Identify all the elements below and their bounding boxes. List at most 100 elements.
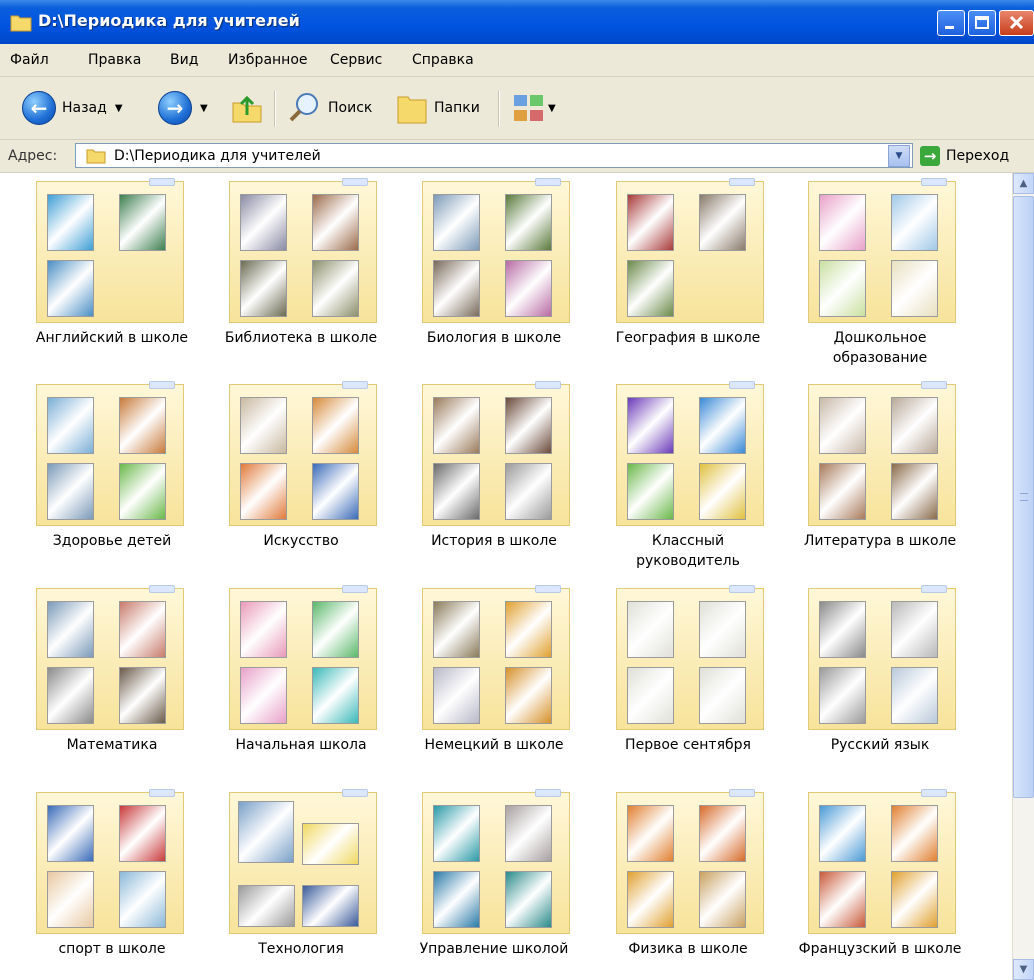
folder-thumbnail <box>808 178 956 323</box>
folder-tab <box>535 789 561 797</box>
folder-tab <box>921 381 947 389</box>
folder-thumbnail <box>36 381 184 526</box>
folder-thumbnail <box>36 789 184 934</box>
vertical-scrollbar[interactable]: ▲ ▼ <box>1012 173 1034 980</box>
magazine-cover-image <box>238 885 295 927</box>
magazine-cover-image <box>891 805 938 862</box>
folder-thumbnail <box>808 381 956 526</box>
folder-thumbnail <box>422 381 570 526</box>
magazine-cover-image <box>699 805 746 862</box>
views-icon <box>514 95 543 121</box>
search-button[interactable]: Поиск <box>286 88 372 128</box>
folder-tab <box>921 789 947 797</box>
maximize-button[interactable] <box>968 10 996 36</box>
folder-tab <box>921 178 947 186</box>
folder-name: Биология в школе <box>426 330 562 346</box>
magazine-cover-image <box>627 805 674 862</box>
menu-favorites[interactable]: Избранное <box>228 52 308 68</box>
magazine-cover-image <box>699 871 746 928</box>
folder-tab <box>342 789 368 797</box>
magazine-cover-image <box>119 463 166 520</box>
chevron-down-icon: ▼ <box>895 151 903 161</box>
magazine-cover-image <box>505 667 552 724</box>
toolbar-separator <box>498 91 500 127</box>
title-bar: D:\Периодика для учителей <box>0 0 1034 44</box>
magazine-cover-image <box>699 463 746 520</box>
up-folder-icon <box>232 95 262 123</box>
close-icon <box>1009 15 1024 30</box>
folder-icon <box>10 15 32 32</box>
close-button[interactable] <box>999 10 1034 36</box>
forward-button[interactable]: → ▼ <box>158 88 208 128</box>
magazine-cover-image <box>891 601 938 658</box>
folder-tab <box>342 381 368 389</box>
magazine-cover-image <box>312 601 359 658</box>
go-button[interactable]: → Переход <box>920 146 1009 166</box>
menu-help[interactable]: Справка <box>412 52 474 68</box>
folder-thumbnail <box>229 381 377 526</box>
folder-name: Здоровье детей <box>52 533 172 549</box>
folder-thumbnail <box>229 178 377 323</box>
folder-tab <box>149 381 175 389</box>
chevron-down-icon: ▼ <box>1019 964 1028 975</box>
magazine-cover-image <box>312 463 359 520</box>
folder-tab <box>149 789 175 797</box>
magazine-cover-image <box>819 667 866 724</box>
magazine-cover-image <box>891 397 938 454</box>
folder-thumbnail <box>808 585 956 730</box>
magazine-cover-image <box>240 260 287 317</box>
folder-thumbnail <box>422 178 570 323</box>
toolbar-separator <box>274 91 276 127</box>
scroll-up-button[interactable]: ▲ <box>1013 173 1034 194</box>
address-input[interactable]: D:\Периодика для учителей <box>75 143 913 168</box>
chevron-down-icon: ▼ <box>548 102 556 114</box>
folder-thumbnail <box>229 789 377 934</box>
scroll-down-button[interactable]: ▼ <box>1013 959 1034 980</box>
magazine-cover-image <box>819 260 866 317</box>
magazine-cover-image <box>47 667 94 724</box>
views-button[interactable]: ▼ <box>512 88 556 128</box>
folder-name: Начальная школа <box>235 737 367 753</box>
magazine-cover-image <box>47 194 94 251</box>
folder-tab <box>729 381 755 389</box>
magazine-cover-image <box>47 463 94 520</box>
scrollbar-thumb[interactable] <box>1013 196 1034 798</box>
magazine-cover-image <box>47 805 94 862</box>
go-arrow-icon: → <box>920 146 940 166</box>
minimize-button[interactable] <box>937 10 965 36</box>
window-title: D:\Периодика для учителей <box>38 11 300 30</box>
address-value: D:\Периодика для учителей <box>114 148 321 164</box>
address-label: Адрес: <box>8 148 58 164</box>
address-bar: Адрес: D:\Периодика для учителей <box>0 140 1034 173</box>
magazine-cover-image <box>238 801 294 863</box>
folder-thumbnail <box>616 178 764 323</box>
folder-thumbnail <box>616 585 764 730</box>
minimize-icon <box>945 26 954 29</box>
back-button[interactable]: ← Назад ▼ <box>22 88 123 128</box>
magazine-cover-image <box>819 397 866 454</box>
up-folder-button[interactable] <box>230 88 264 128</box>
folder-thumbnail <box>422 789 570 934</box>
magazine-cover-image <box>433 601 480 658</box>
menu-edit[interactable]: Правка <box>88 52 141 68</box>
folders-icon <box>397 96 427 124</box>
folder-name: Французский в школе <box>798 941 962 957</box>
magazine-cover-image <box>433 805 480 862</box>
magazine-cover-image <box>119 805 166 862</box>
menu-tools[interactable]: Сервис <box>330 52 382 68</box>
folder-thumbnail <box>422 585 570 730</box>
magazine-cover-image <box>302 885 359 927</box>
magazine-cover-image <box>819 601 866 658</box>
magazine-cover-image <box>699 397 746 454</box>
magazine-cover-image <box>699 194 746 251</box>
search-label: Поиск <box>328 100 373 116</box>
magazine-cover-image <box>891 194 938 251</box>
folder-thumbnail <box>808 789 956 934</box>
folder-thumbnail <box>229 585 377 730</box>
folder-tab <box>535 381 561 389</box>
folder-tab <box>149 178 175 186</box>
menu-file[interactable]: Файл <box>10 52 49 68</box>
folders-button[interactable]: Папки <box>396 88 480 128</box>
address-dropdown-button[interactable]: ▼ <box>888 145 910 167</box>
menu-view[interactable]: Вид <box>170 52 198 68</box>
